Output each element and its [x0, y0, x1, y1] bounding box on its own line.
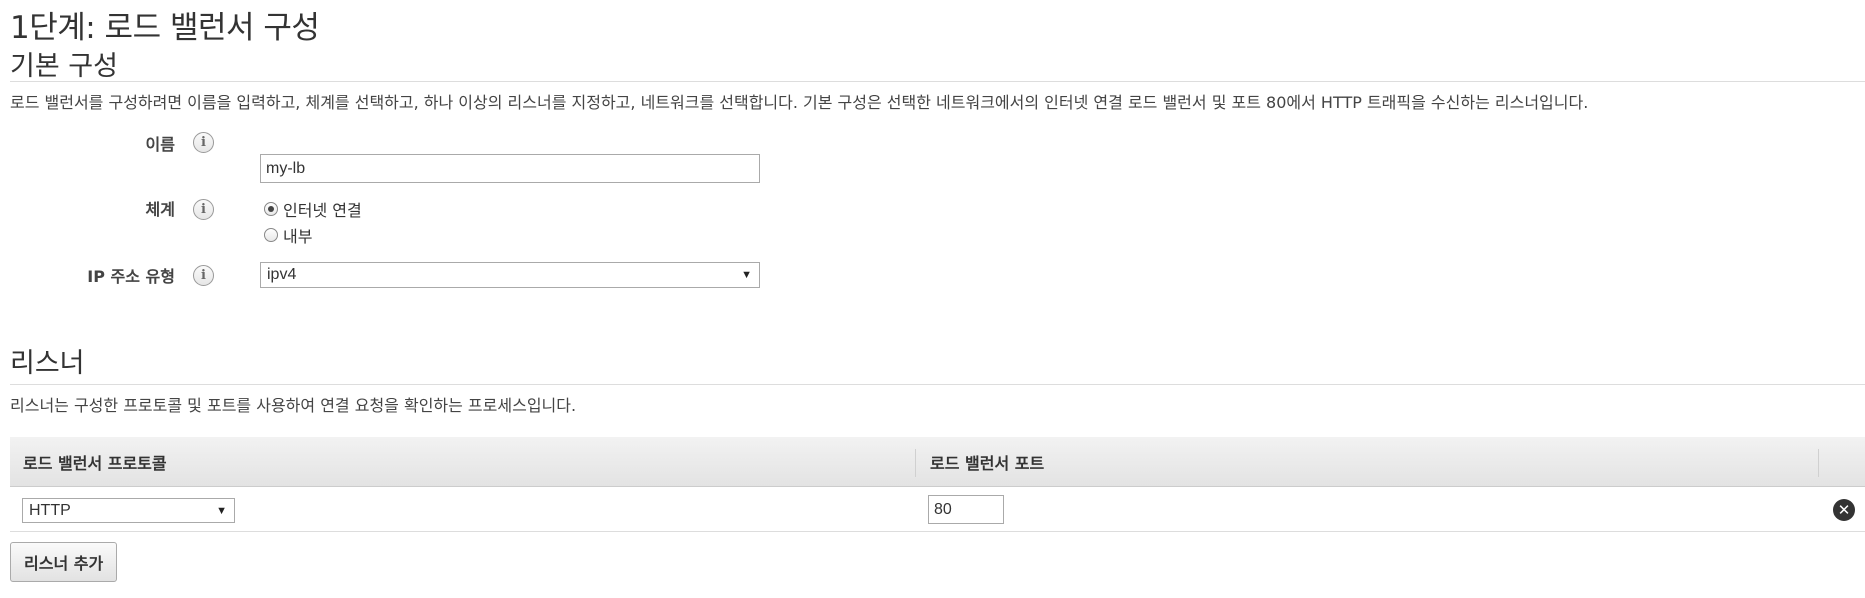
dropdown-arrow-icon: ▼ [741, 269, 752, 281]
column-header-port: 로드 밸런서 포트 [930, 454, 1045, 473]
page-title: 1단계: 로드 밸런서 구성 [10, 10, 320, 46]
ip-type-label: IP 주소 유형 [87, 267, 175, 286]
name-label: 이름 [145, 135, 175, 154]
info-icon[interactable]: i [193, 132, 214, 153]
basic-description: 로드 밸런서를 구성하려면 이름을 입력하고, 체계를 선택하고, 하나 이상의… [10, 93, 1589, 112]
radio-button[interactable] [264, 228, 278, 242]
section-title-basic: 기본 구성 [10, 51, 118, 82]
scheme-label: 체계 [145, 200, 175, 219]
info-icon[interactable]: i [193, 265, 214, 286]
info-icon[interactable]: i [193, 199, 214, 220]
scheme-option-internet-facing[interactable]: 인터넷 연결 [264, 197, 362, 221]
radio-button-selected[interactable] [264, 202, 278, 216]
add-listener-button[interactable]: 리스너 추가 [10, 542, 118, 582]
column-separator [1818, 449, 1819, 477]
section-title-listeners: 리스너 [10, 348, 85, 379]
listeners-table-header: 로드 밸런서 프로토콜 로드 밸런서 포트 [10, 437, 1865, 487]
ip-type-select[interactable]: ipv4 ▼ [260, 262, 760, 288]
ip-type-value: ipv4 [267, 266, 297, 283]
name-input[interactable] [260, 154, 760, 183]
scheme-option-internal[interactable]: 내부 [264, 223, 312, 247]
protocol-value: HTTP [29, 501, 71, 519]
port-input[interactable] [928, 495, 1004, 524]
column-separator [915, 449, 916, 477]
dropdown-arrow-icon: ▼ [216, 504, 227, 517]
table-row: HTTP ▼ ✕ [10, 488, 1865, 532]
scheme-option-label: 내부 [283, 227, 313, 246]
column-header-protocol: 로드 밸런서 프로토콜 [23, 454, 167, 473]
listeners-description: 리스너는 구성한 프로토콜 및 포트를 사용하여 연결 요청을 확인하는 프로세… [10, 396, 577, 415]
protocol-select[interactable]: HTTP ▼ [22, 498, 235, 523]
divider [10, 384, 1865, 385]
close-circle-icon[interactable]: ✕ [1833, 499, 1855, 521]
scheme-option-label: 인터넷 연결 [283, 201, 362, 220]
divider [10, 81, 1865, 82]
